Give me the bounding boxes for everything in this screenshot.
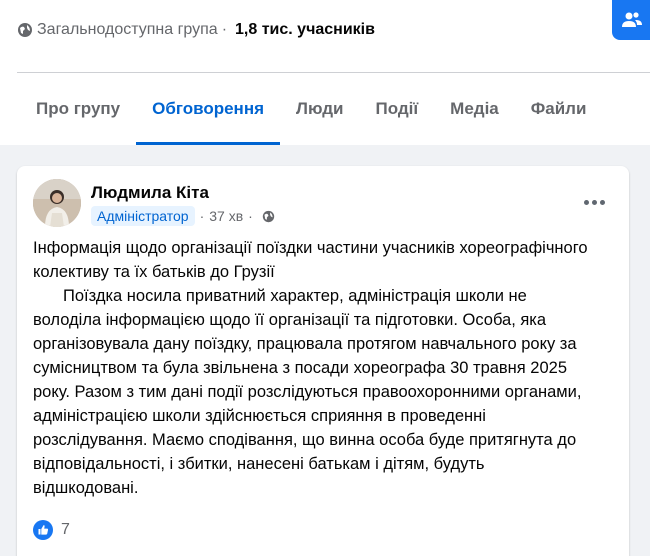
more-options-icon[interactable] (579, 190, 609, 214)
post-body: Поїздка носила приватний характер, адмін… (33, 287, 582, 497)
meta-separator: · (248, 208, 253, 224)
tab-media[interactable]: Медіа (434, 73, 515, 145)
member-count[interactable]: 1,8 тис. учасників (235, 21, 375, 39)
tab-files[interactable]: Файли (515, 73, 603, 145)
tab-discussion[interactable]: Обговорення (136, 73, 280, 145)
tab-people[interactable]: Люди (280, 73, 359, 145)
invite-people-icon (622, 12, 642, 27)
public-globe-icon (262, 210, 275, 222)
globe-icon (18, 23, 32, 37)
role-badge[interactable]: Адміністратор (91, 206, 195, 226)
reactions-bar[interactable]: 7 (33, 520, 70, 540)
meta-separator: · (221, 21, 228, 38)
avatar-image (33, 179, 81, 227)
post-author[interactable]: Людмила Кіта (91, 183, 209, 203)
tab-about[interactable]: Про групу (20, 73, 136, 145)
post-title-line: Інформація щодо організації поїздки част… (33, 239, 588, 281)
avatar[interactable] (33, 179, 81, 227)
like-icon (33, 520, 53, 540)
group-meta: Загальнодоступна група · 1,8 тис. учасни… (17, 19, 375, 41)
reaction-count: 7 (61, 521, 70, 538)
invite-button[interactable] (612, 0, 650, 40)
group-tabs: Про групу Обговорення Люди Події Медіа Ф… (20, 73, 650, 145)
meta-separator: · (199, 208, 205, 224)
group-privacy: Загальнодоступна група (37, 21, 218, 38)
group-header: Загальнодоступна група · 1,8 тис. учасни… (0, 0, 650, 145)
post-timestamp[interactable]: 37 хв (209, 208, 243, 224)
post-meta: Адміністратор · 37 хв · (91, 206, 275, 226)
tab-events[interactable]: Події (359, 73, 434, 145)
post-text: Інформація щодо організації поїздки част… (33, 236, 593, 500)
post-card: Людмила Кіта Адміністратор · 37 хв · Інф… (17, 166, 629, 556)
